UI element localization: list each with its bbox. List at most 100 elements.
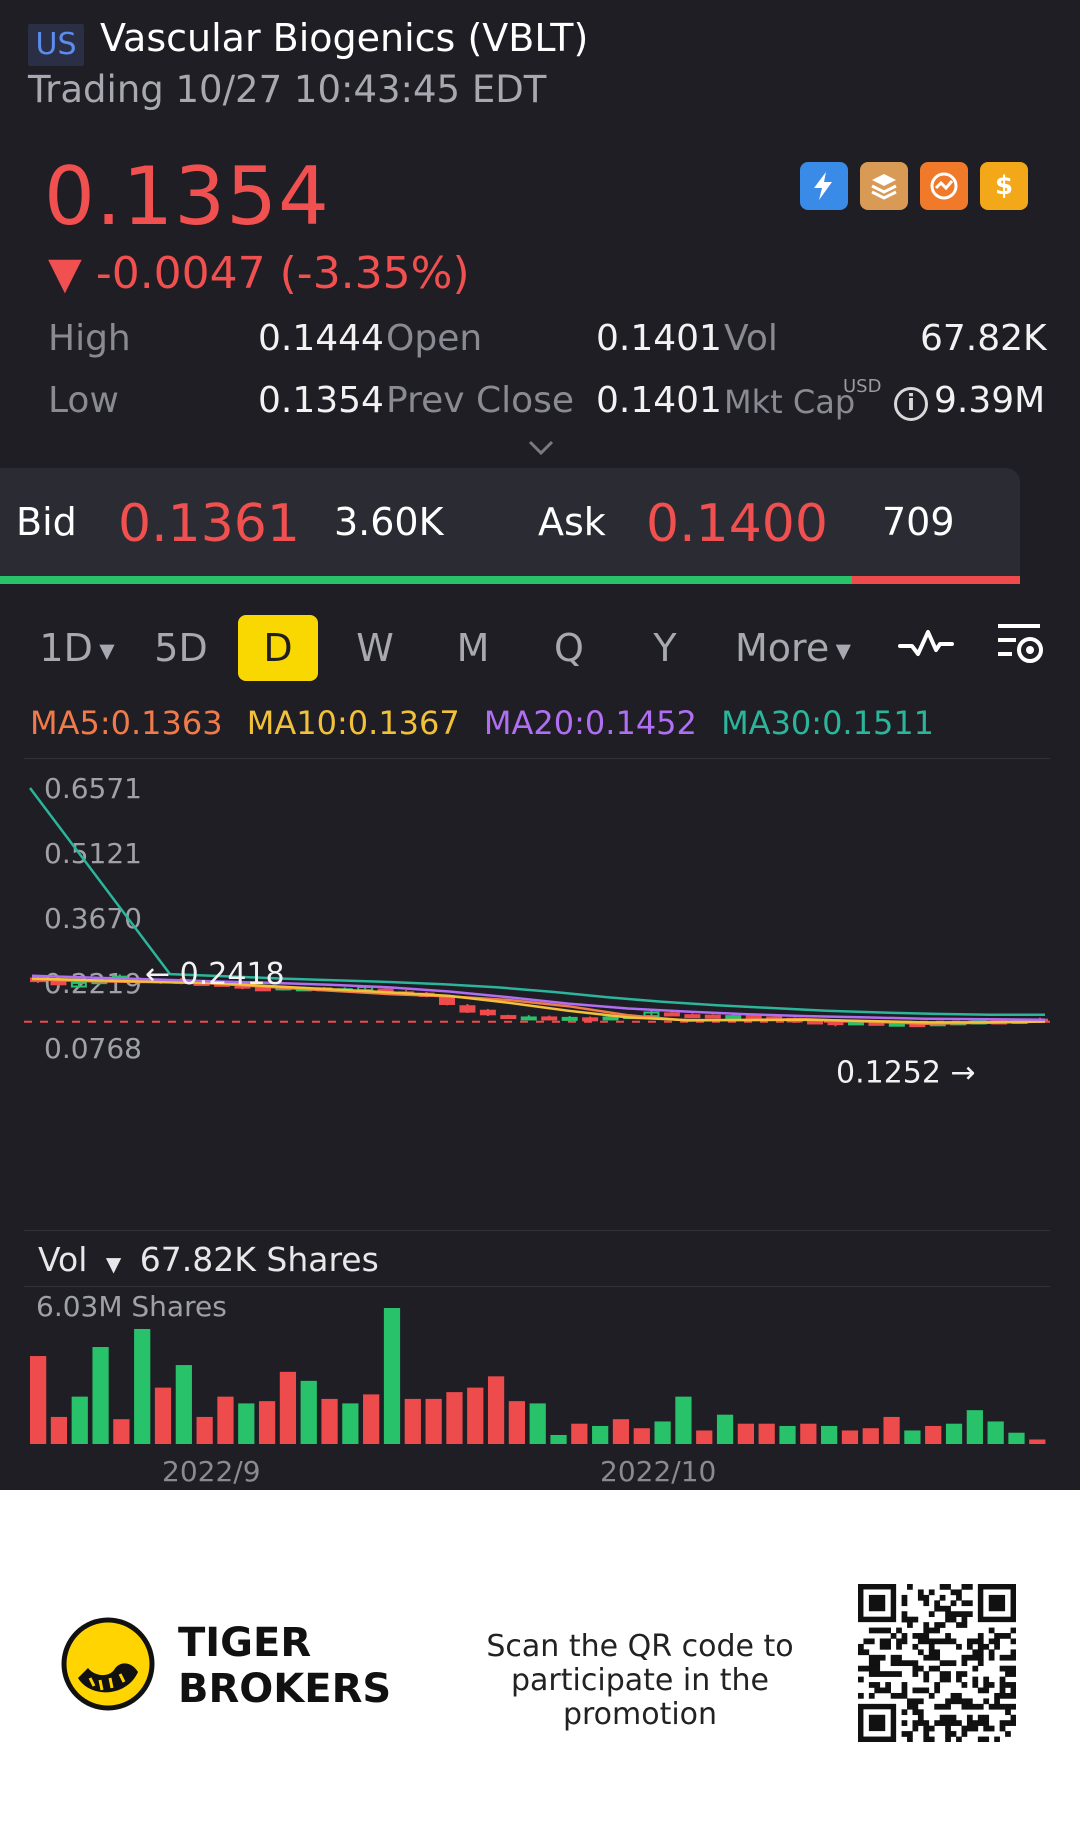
- qr-module: [994, 1703, 1000, 1710]
- qr-module: [868, 1671, 875, 1677]
- qr-module: [928, 1692, 935, 1699]
- qr-module: [917, 1709, 924, 1716]
- qr-module: [972, 1725, 979, 1732]
- qr-module: [983, 1698, 990, 1705]
- qr-module: [928, 1665, 935, 1672]
- qr-module: [907, 1698, 913, 1705]
- qr-module: [939, 1605, 946, 1612]
- qr-module: [988, 1654, 995, 1661]
- qr-module: [994, 1736, 1000, 1742]
- tab-more[interactable]: More ▼: [734, 615, 852, 681]
- volume-bar: [571, 1423, 588, 1444]
- qr-module: [874, 1682, 881, 1688]
- tab-w[interactable]: W: [350, 615, 400, 681]
- stack-analysis-icon[interactable]: [860, 162, 908, 210]
- tab-d[interactable]: D: [238, 615, 318, 681]
- volume-bar: [134, 1328, 151, 1444]
- info-icon[interactable]: i: [894, 387, 928, 421]
- qr-module: [912, 1616, 919, 1623]
- trend-circle-icon[interactable]: [920, 162, 968, 210]
- high-value: 0.1444: [258, 318, 384, 359]
- qr-module: [945, 1633, 951, 1639]
- tab-y[interactable]: Y: [642, 615, 688, 681]
- qr-module: [994, 1643, 1000, 1650]
- qr-module: [950, 1714, 957, 1721]
- qr-module: [912, 1660, 919, 1667]
- volume-bar: [238, 1403, 255, 1444]
- ask-price: 0.1400: [646, 494, 828, 554]
- volume-bar: [467, 1387, 484, 1444]
- qr-module: [999, 1720, 1006, 1726]
- candle: [745, 1015, 762, 1020]
- qr-module: [945, 1731, 951, 1737]
- qr-module: [988, 1703, 995, 1710]
- qr-module: [923, 1725, 930, 1732]
- qr-module: [917, 1714, 924, 1721]
- qr-module: [934, 1649, 941, 1656]
- qr-module: [950, 1589, 957, 1596]
- qr-module: [901, 1660, 908, 1667]
- ma-legend: MA5:0.1363 MA10:0.1367 MA20:0.1452 MA30:…: [30, 704, 934, 742]
- tab-q[interactable]: Q: [546, 615, 592, 681]
- lightning-level1-icon[interactable]: [800, 162, 848, 210]
- qr-module: [1010, 1682, 1016, 1688]
- qr-module: [901, 1611, 908, 1617]
- volume-bar: [425, 1398, 442, 1444]
- qr-module: [1010, 1671, 1016, 1677]
- qr-module: [907, 1584, 913, 1590]
- qr-module: [874, 1687, 881, 1694]
- volume-bar: [321, 1398, 338, 1444]
- qr-module: [950, 1720, 957, 1726]
- candle: [847, 1021, 864, 1026]
- chevron-down-icon[interactable]: [528, 440, 554, 460]
- qr-module: [1005, 1703, 1011, 1710]
- qr-module: [923, 1638, 930, 1645]
- qr-module: [901, 1731, 908, 1737]
- qr-module: [1010, 1687, 1016, 1694]
- candle: [50, 980, 67, 986]
- qr-module: [999, 1725, 1006, 1732]
- qr-module: [999, 1692, 1006, 1699]
- chart-settings-icon[interactable]: [996, 620, 1046, 672]
- date-tick: 2022/10: [600, 1455, 717, 1488]
- qr-module: [961, 1654, 968, 1661]
- qr-module: [1010, 1703, 1016, 1710]
- qr-module: [868, 1682, 875, 1688]
- tab-1d[interactable]: 1D ▼: [34, 615, 120, 681]
- qr-module: [950, 1731, 957, 1737]
- qr-module: [923, 1600, 930, 1607]
- volume-bar: [633, 1428, 650, 1444]
- candle: [684, 1014, 701, 1019]
- qr-module: [901, 1682, 908, 1688]
- qr-module: [961, 1616, 968, 1623]
- stock-title: Vascular Biogenics (VBLT): [100, 16, 589, 60]
- dollar-icon[interactable]: $: [980, 162, 1028, 210]
- qr-module: [907, 1622, 913, 1628]
- qr-module: [966, 1584, 973, 1590]
- volume-bar: [154, 1387, 172, 1444]
- tab-m[interactable]: M: [448, 615, 498, 681]
- qr-module: [939, 1714, 946, 1721]
- qr-module: [966, 1643, 973, 1650]
- volume-bar: [945, 1423, 963, 1444]
- qr-module: [983, 1725, 990, 1732]
- qr-module: [956, 1594, 962, 1601]
- qr-module: [1010, 1720, 1016, 1726]
- qr-module: [912, 1633, 919, 1639]
- qr-module: [966, 1600, 973, 1607]
- qr-code[interactable]: [858, 1584, 1016, 1742]
- volume-bar: [758, 1423, 775, 1444]
- qr-module: [917, 1649, 924, 1656]
- indicator-icon[interactable]: [898, 622, 954, 670]
- qr-module: [1005, 1692, 1011, 1699]
- price-chart[interactable]: 0.65710.51210.36700.22190.0768← 0.24180.…: [0, 760, 1080, 1230]
- qr-module: [961, 1725, 968, 1732]
- qr-module: [868, 1692, 875, 1699]
- qr-module: [928, 1725, 935, 1732]
- volume-bar: [258, 1401, 276, 1444]
- tab-5d[interactable]: 5D: [150, 615, 212, 681]
- volume-header[interactable]: Vol ▼ 67.82K Shares: [38, 1240, 379, 1279]
- qr-module: [923, 1622, 930, 1628]
- qr-module: [977, 1720, 984, 1726]
- qr-module: [934, 1682, 941, 1688]
